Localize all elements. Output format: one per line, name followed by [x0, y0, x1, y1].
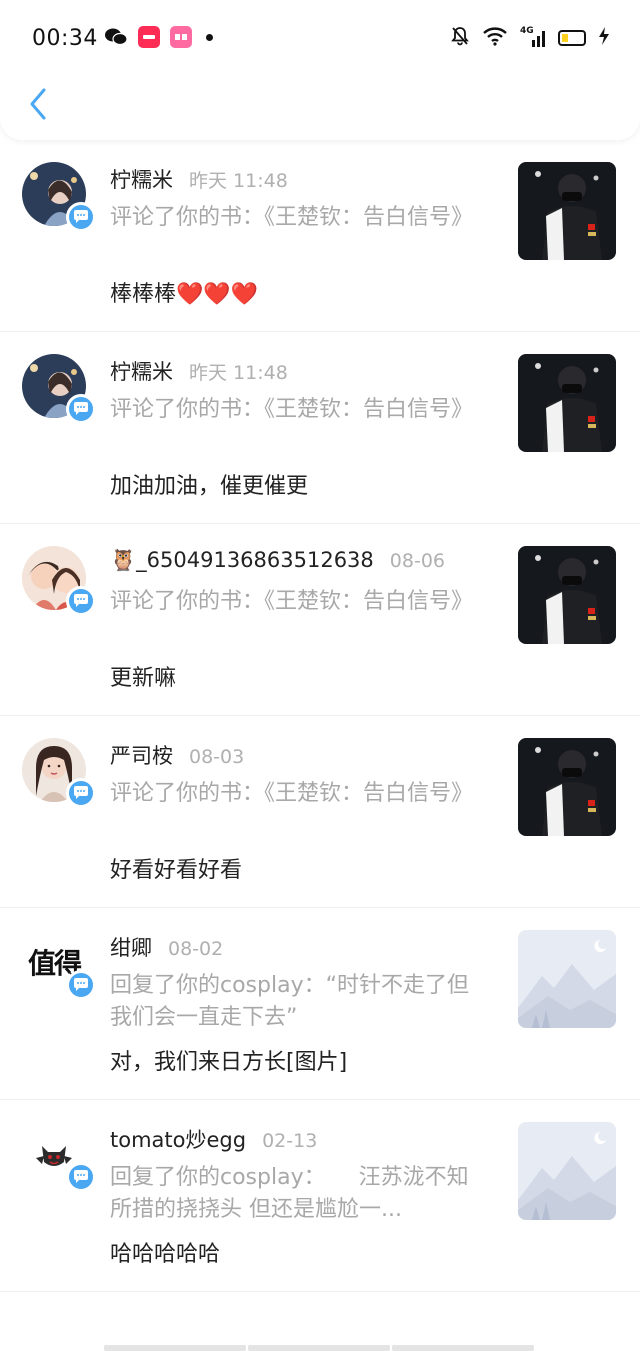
- wechat-icon: [104, 26, 128, 48]
- comment-text: 加油加油，催更催更: [110, 474, 309, 499]
- notification-item[interactable]: 柠糯米 昨天 11:48 评论了你的书：《王楚钦：告白信号》 棒棒棒❤️❤️❤️: [0, 140, 640, 332]
- notification-item[interactable]: 严司桉 08-03 评论了你的书：《王楚钦：告白信号》 好看好看好看: [0, 716, 640, 908]
- action-text: 评论了你的书：《王楚钦：告白信号》: [110, 397, 474, 422]
- action-text: 评论了你的书：《王楚钦：告白信号》: [110, 589, 474, 614]
- comment-badge-icon: [66, 394, 96, 424]
- comment-body: 棒棒棒: [110, 282, 177, 307]
- user-name[interactable]: 柠糯米: [110, 164, 173, 194]
- status-bar: 00:34 4G: [0, 0, 640, 80]
- timestamp: 昨天 11:48: [189, 170, 288, 192]
- xiaohongshu-icon: [138, 26, 160, 48]
- name-line: tomato炒egg 02-13: [110, 1124, 317, 1154]
- charging-icon: [598, 27, 610, 49]
- comment-text: 对，我们来日方长[图片]: [110, 1050, 348, 1075]
- back-button[interactable]: [18, 82, 58, 126]
- bottom-scroll-indicator: [104, 1345, 534, 1351]
- timestamp: 08-02: [168, 938, 224, 960]
- timestamp: 08-06: [389, 550, 446, 572]
- top-header-card: 00:34 4G: [0, 0, 640, 140]
- comment-badge-icon: [66, 970, 96, 1000]
- name-line: 柠糯米 昨天 11:48: [110, 356, 288, 386]
- user-name[interactable]: tomato炒egg: [110, 1124, 246, 1154]
- comment-badge-icon: [66, 202, 96, 232]
- user-name[interactable]: 绀卿: [110, 932, 152, 962]
- book-cover-thumbnail[interactable]: [518, 546, 616, 644]
- comment-badge-icon: [66, 586, 96, 616]
- action-text: 回复了你的cosplay：“时针不走了但我们会一直走下去”: [110, 973, 469, 1030]
- hearts-emoji: ❤️❤️❤️: [176, 282, 259, 307]
- timestamp: 08-03: [189, 746, 245, 768]
- image-placeholder-thumbnail[interactable]: [518, 1122, 616, 1220]
- comment-text: 好看好看好看: [110, 858, 243, 883]
- user-name[interactable]: 柠糯米: [110, 356, 173, 386]
- wifi-icon: [482, 26, 508, 50]
- comment-text: 棒棒棒❤️❤️❤️: [110, 276, 258, 308]
- name-line: 🦉_65049136863512638 08-06: [110, 548, 445, 573]
- indicator-segment: [104, 1345, 246, 1351]
- comment-text: 哈哈哈哈哈: [110, 1242, 221, 1267]
- notification-item[interactable]: tomato炒egg 02-13 回复了你的cosplay： 汪苏泷不知所措的挠…: [0, 1100, 640, 1292]
- timestamp: 02-13: [262, 1130, 318, 1152]
- status-indicators: 4G: [450, 26, 610, 50]
- book-cover-thumbnail[interactable]: [518, 162, 616, 260]
- notification-item[interactable]: 值得 绀卿 08-02 回复了你的cosplay：“时针不走了但我们会一直走下去…: [0, 908, 640, 1100]
- book-cover-thumbnail[interactable]: [518, 738, 616, 836]
- comment-text: 更新嘛: [110, 666, 177, 691]
- book-cover-thumbnail[interactable]: [518, 354, 616, 452]
- battery-icon: [558, 30, 586, 46]
- notification-app-icons: [104, 26, 213, 48]
- notification-list: 柠糯米 昨天 11:48 评论了你的书：《王楚钦：告白信号》 棒棒棒❤️❤️❤️…: [0, 140, 640, 1292]
- status-time: 00:34: [32, 26, 98, 51]
- indicator-segment: [248, 1345, 390, 1351]
- action-text: 评论了你的书：《王楚钦：告白信号》: [110, 781, 474, 806]
- action-text: 回复了你的cosplay： 汪苏泷不知所措的挠挠头 但还是尴尬一...: [110, 1165, 469, 1222]
- name-line: 柠糯米 昨天 11:48: [110, 164, 288, 194]
- image-placeholder-thumbnail[interactable]: [518, 930, 616, 1028]
- comment-badge-icon: [66, 1162, 96, 1192]
- more-notifications-dot: [206, 33, 213, 41]
- indicator-segment: [392, 1345, 534, 1351]
- notification-item[interactable]: 🦉_65049136863512638 08-06 评论了你的书：《王楚钦：告白…: [0, 524, 640, 716]
- user-name[interactable]: 严司桉: [110, 740, 173, 770]
- action-text: 评论了你的书：《王楚钦：告白信号》: [110, 205, 474, 230]
- cellular-signal-icon: 4G: [520, 26, 546, 48]
- timestamp: 昨天 11:48: [189, 362, 288, 384]
- notification-item[interactable]: 柠糯米 昨天 11:48 评论了你的书：《王楚钦：告白信号》 加油加油，催更催更: [0, 332, 640, 524]
- chevron-left-icon: [30, 88, 46, 120]
- comment-badge-icon: [66, 778, 96, 808]
- user-name[interactable]: 🦉_65049136863512638: [110, 548, 374, 573]
- name-line: 绀卿 08-02: [110, 932, 223, 962]
- app-pink-icon: [170, 26, 192, 48]
- name-line: 严司桉 08-03: [110, 740, 244, 770]
- mute-bell-icon: [450, 26, 470, 50]
